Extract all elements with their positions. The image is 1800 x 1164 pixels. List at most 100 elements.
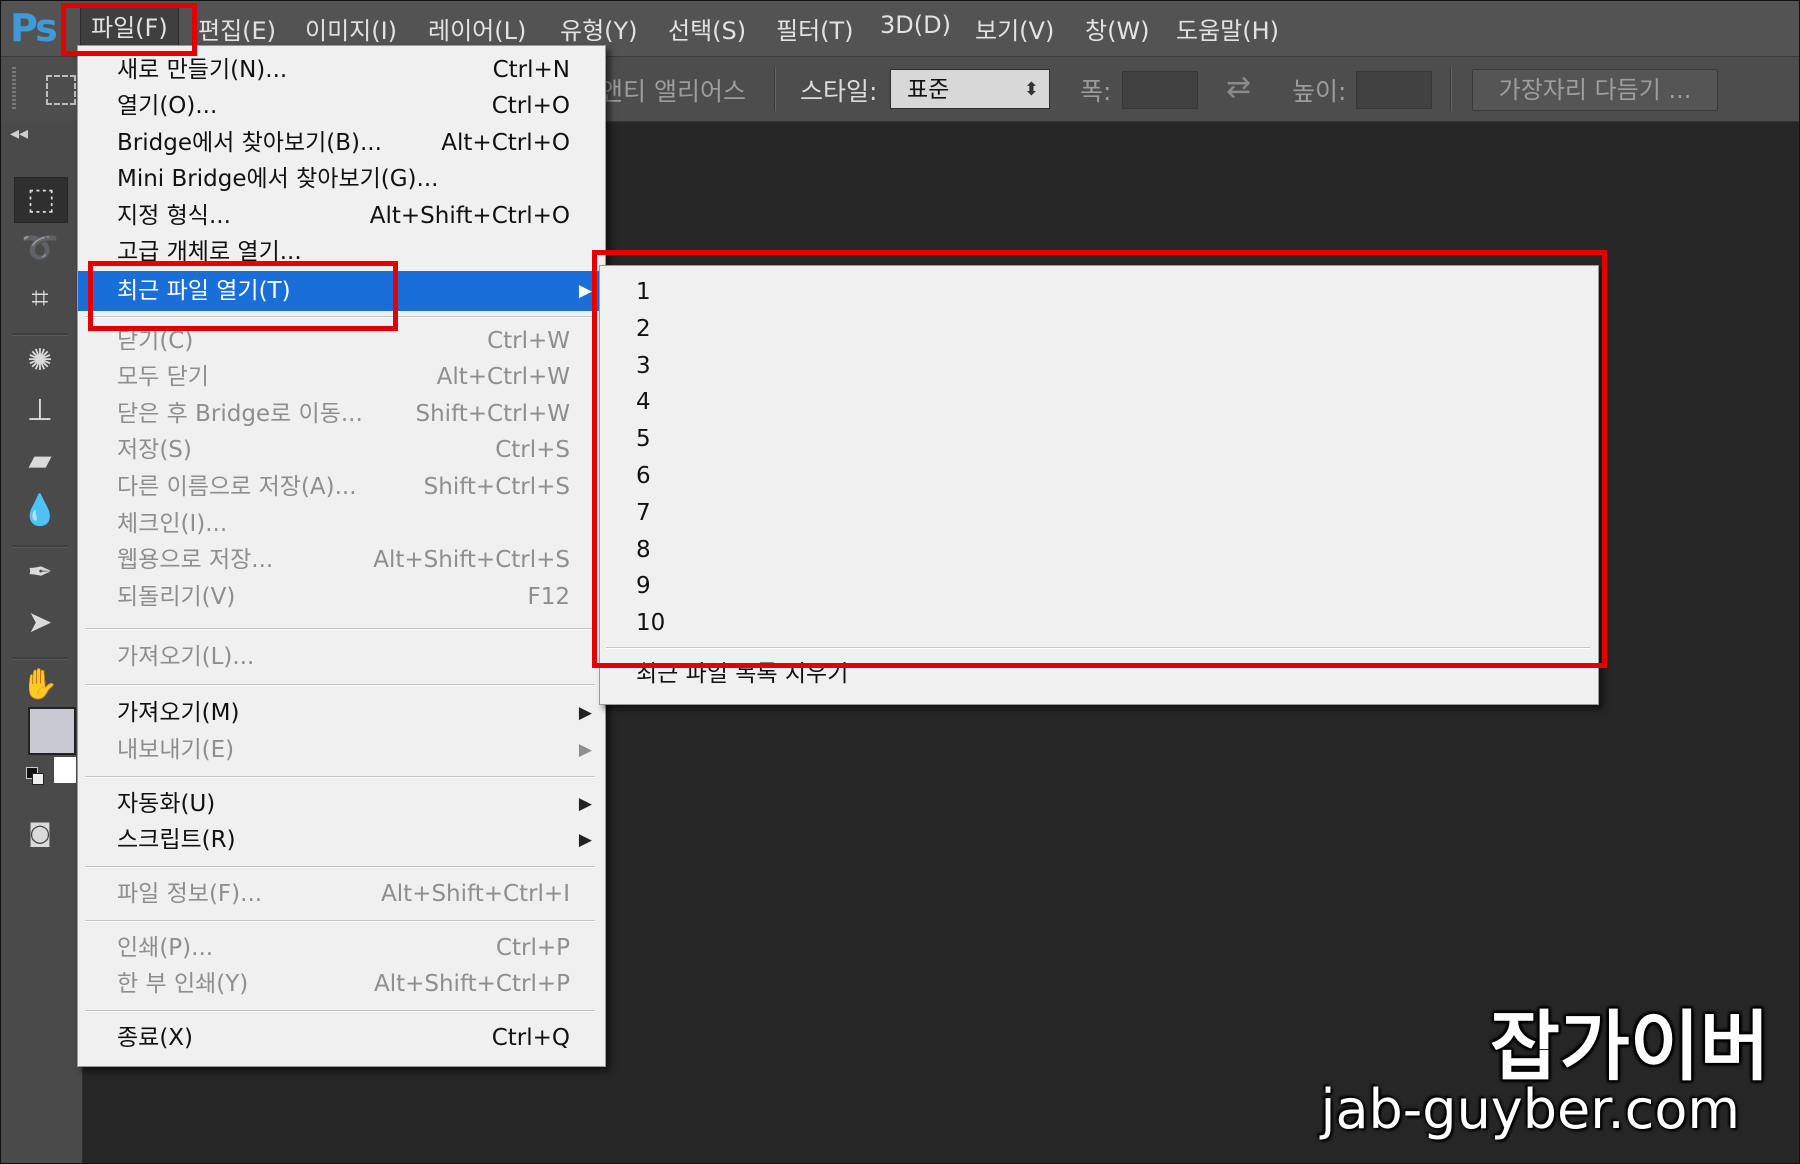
menu-item-label: 닫은 후 Bridge로 이동... (117, 401, 363, 427)
menu-edit[interactable]: 편집(E) (198, 11, 276, 46)
menu-layer[interactable]: 레이어(L) (428, 11, 526, 46)
blur-tool-icon[interactable]: 💧 (14, 489, 66, 533)
menu-item-shortcut: Alt+Shift+Ctrl+O (369, 203, 570, 229)
menu-item-label: 체크인(I)... (117, 511, 228, 537)
collapse-panel-icon[interactable]: ◂◂ (10, 123, 28, 144)
menu-item-new[interactable]: 새로 만들기(N)... Ctrl+N (78, 52, 605, 88)
menu-item-label: 다른 이름으로 저장(A)... (117, 474, 357, 500)
style-label: 스타일: (800, 77, 878, 106)
width-input[interactable] (1122, 71, 1198, 109)
tools-panel: ◂◂ ⬚ ➰ ⌗ ✺ ⊥ ▰ 💧 ✒ ➤ ✋ ◙ (0, 121, 83, 1164)
menu-item-shortcut: Shift+Ctrl+S (423, 474, 570, 500)
width-label: 폭: (1080, 77, 1112, 106)
swap-arrows-icon[interactable]: ⇄ (1226, 70, 1251, 105)
menu-item-close-go-bridge[interactable]: 닫은 후 Bridge로 이동... Shift+Ctrl+W (78, 396, 605, 432)
menu-item-label: 인쇄(P)... (117, 935, 214, 961)
menu-view[interactable]: 보기(V) (975, 11, 1054, 46)
menu-item-print-one-copy[interactable]: 한 부 인쇄(Y) Alt+Shift+Ctrl+P (78, 966, 605, 1002)
submenu-arrow-icon: ▶ (578, 794, 592, 814)
submenu-arrow-icon: ▶ (578, 830, 592, 850)
hand-tool-icon[interactable]: ✋ (14, 663, 66, 707)
menu-item-automate[interactable]: 자동화(U) ▶ (78, 786, 605, 822)
menu-item-shortcut: Ctrl+O (491, 93, 570, 119)
menu-item-open-as[interactable]: 지정 형식... Alt+Shift+Ctrl+O (78, 198, 605, 234)
default-colors-icon[interactable] (26, 767, 44, 785)
menu-image[interactable]: 이미지(I) (305, 11, 397, 46)
menu-item-label: 한 부 인쇄(Y) (117, 971, 249, 997)
height-label: 높이: (1292, 77, 1347, 106)
menu-item-print[interactable]: 인쇄(P)... Ctrl+P (78, 930, 605, 966)
refine-edge-button[interactable]: 가장자리 다듬기 ... (1472, 69, 1718, 111)
options-divider (1450, 67, 1452, 111)
menu-item-shortcut: F12 (527, 584, 571, 610)
options-grip[interactable] (12, 67, 16, 109)
quick-mask-icon[interactable]: ◙ (14, 811, 66, 855)
menu-item-scripts[interactable]: 스크립트(R) ▶ (78, 822, 605, 858)
menu-item-label: Bridge에서 찾아보기(B)... (117, 130, 382, 156)
menu-item-label: 열기(O)... (117, 93, 218, 119)
updown-arrow-icon: ⬍ (1023, 79, 1039, 100)
menu-item-label: 가져오기(M) (117, 700, 240, 726)
menu-item-save-for-web[interactable]: 웹용으로 저장... Alt+Shift+Ctrl+S (78, 542, 605, 578)
annotation-box-recent-list (592, 250, 1607, 668)
menu-item-label: 웹용으로 저장... (117, 547, 274, 573)
menu-window[interactable]: 창(W) (1085, 11, 1150, 46)
eraser-tool-icon[interactable]: ▰ (14, 439, 66, 483)
path-selection-tool-icon[interactable]: ➤ (14, 601, 66, 645)
photoshop-window: Ps 파일(F) 편집(E) 이미지(I) 레이어(L) 유형(Y) 선택(S)… (0, 0, 1800, 1164)
height-input[interactable] (1356, 71, 1432, 109)
patch-tool-icon[interactable]: ✺ (14, 339, 66, 383)
menu-separator (85, 866, 595, 868)
menu-item-shortcut: Alt+Shift+Ctrl+S (373, 547, 570, 573)
lasso-tool-icon[interactable]: ➰ (14, 227, 66, 271)
menu-separator (85, 1010, 595, 1012)
clone-stamp-tool-icon[interactable]: ⊥ (14, 389, 66, 433)
style-select[interactable]: 표준 ⬍ (890, 69, 1050, 109)
menu-3d[interactable]: 3D(D) (880, 11, 951, 39)
menu-item-export[interactable]: 내보내기(E) ▶ (78, 732, 605, 768)
marquee-preset-icon[interactable] (46, 75, 76, 105)
menu-select[interactable]: 선택(S) (668, 11, 746, 46)
photoshop-logo: Ps (10, 6, 58, 50)
menu-item-label: Mini Bridge에서 찾아보기(G)... (117, 166, 439, 192)
menu-filter[interactable]: 필터(T) (776, 11, 854, 46)
menu-help[interactable]: 도움말(H) (1176, 11, 1279, 46)
crop-tool-icon[interactable]: ⌗ (14, 277, 66, 321)
menu-item-label: 저장(S) (117, 437, 192, 463)
menu-type[interactable]: 유형(Y) (560, 11, 638, 46)
menu-item-browse-bridge[interactable]: Bridge에서 찾아보기(B)... Alt+Ctrl+O (78, 125, 605, 161)
options-divider (774, 67, 776, 111)
tool-separator (12, 657, 68, 660)
menu-item-import[interactable]: 가져오기(M) ▶ (78, 695, 605, 731)
menu-item-close-all[interactable]: 모두 닫기 Alt+Ctrl+W (78, 359, 605, 395)
background-color-swatch[interactable] (54, 757, 76, 783)
style-select-value: 표준 (907, 77, 950, 103)
menu-separator (85, 776, 595, 778)
menu-item-browse-mini-bridge[interactable]: Mini Bridge에서 찾아보기(G)... (78, 161, 605, 197)
menu-item-shortcut: Shift+Ctrl+W (415, 401, 571, 427)
menu-item-shortcut: Ctrl+N (492, 57, 570, 83)
menu-item-revert[interactable]: 되돌리기(V) F12 (78, 579, 605, 615)
menu-item-place[interactable]: 가져오기(L)... (78, 639, 605, 675)
annotation-box-open-recent (88, 261, 398, 331)
menu-item-label: 내보내기(E) (117, 737, 235, 763)
menu-item-open[interactable]: 열기(O)... Ctrl+O (78, 88, 605, 124)
menu-item-shortcut: Ctrl+S (495, 437, 570, 463)
menu-item-check-in[interactable]: 체크인(I)... (78, 506, 605, 542)
menu-item-shortcut: Ctrl+W (487, 328, 570, 354)
menu-item-save-as[interactable]: 다른 이름으로 저장(A)... Shift+Ctrl+S (78, 469, 605, 505)
annotation-box-file-menu (61, 3, 197, 56)
file-menu-dropdown: 새로 만들기(N)... Ctrl+N 열기(O)... Ctrl+O Brid… (77, 45, 606, 1067)
menu-item-label: 지정 형식... (117, 203, 231, 229)
menu-item-shortcut: Alt+Shift+Ctrl+P (373, 971, 570, 997)
menu-item-save[interactable]: 저장(S) Ctrl+S (78, 432, 605, 468)
menu-item-label: 새로 만들기(N)... (117, 57, 288, 83)
rectangular-marquee-tool-icon[interactable]: ⬚ (14, 177, 68, 223)
tool-separator (12, 545, 68, 548)
menu-item-exit[interactable]: 종료(X) Ctrl+Q (78, 1020, 605, 1056)
pen-tool-icon[interactable]: ✒ (14, 551, 66, 595)
antialias-checkbox-label[interactable]: 앤티 앨리어스 (600, 72, 746, 108)
menu-item-file-info[interactable]: 파일 정보(F)... Alt+Shift+Ctrl+I (78, 876, 605, 912)
menu-item-label: 자동화(U) (117, 791, 216, 817)
foreground-color-swatch[interactable] (28, 707, 76, 755)
